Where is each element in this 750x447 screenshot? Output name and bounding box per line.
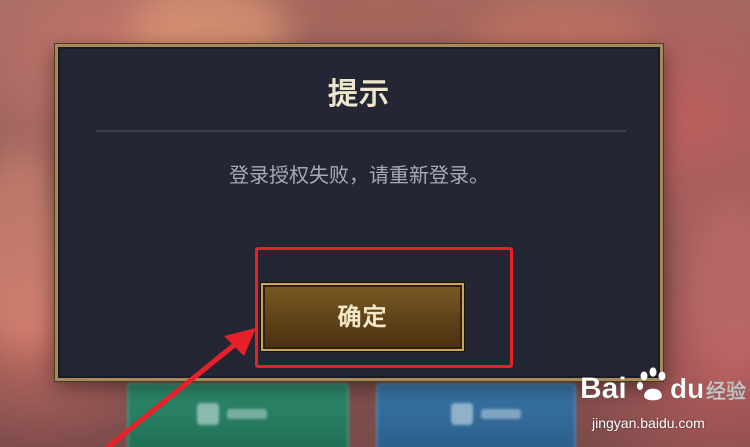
background-button-icon	[451, 403, 473, 425]
annotation-highlight-box	[255, 247, 513, 368]
game-screen: 提示 登录授权失败，请重新登录。 确定 Bai du 经验 jingyan.ba…	[0, 0, 750, 447]
dialog-divider	[96, 130, 626, 132]
baidu-jingyan-watermark: Bai du 经验 jingyan.baidu.com	[578, 362, 748, 442]
dialog-message: 登录授权失败，请重新登录。	[229, 163, 489, 187]
background-login-button-green	[127, 383, 349, 447]
background-button-icon	[197, 403, 219, 425]
blurred-background-blob	[680, 200, 750, 380]
background-login-button-blue	[376, 383, 576, 447]
dialog-title: 提示	[328, 77, 390, 112]
svg-text:经验: 经验	[706, 379, 746, 403]
svg-text:Bai: Bai	[580, 372, 627, 405]
baidu-jingyan-logo: Bai du 经验	[580, 366, 746, 405]
svg-text:du: du	[670, 373, 704, 404]
watermark-url: jingyan.baidu.com	[592, 415, 705, 431]
background-button-label-blur	[227, 409, 267, 419]
background-button-label-blur	[481, 409, 521, 419]
